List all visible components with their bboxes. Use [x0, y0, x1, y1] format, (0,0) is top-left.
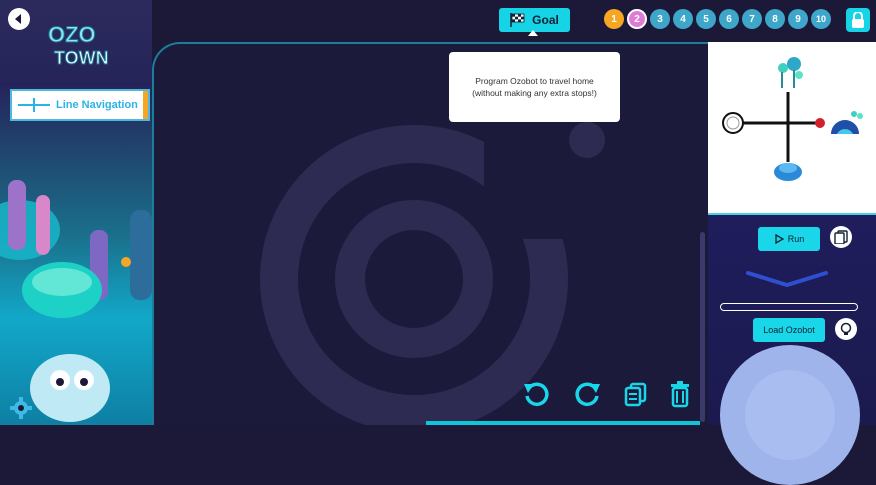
level-4-button[interactable]: 4	[673, 9, 693, 29]
hint-button[interactable]	[835, 318, 857, 340]
arrow-left-icon	[15, 14, 21, 24]
redo-button[interactable]	[572, 378, 604, 410]
svg-text:TOWN: TOWN	[54, 48, 109, 68]
level-5-button[interactable]: 5	[696, 9, 716, 29]
redo-icon	[575, 382, 600, 406]
lock-icon	[852, 12, 864, 28]
goal-label: Goal	[532, 13, 559, 27]
program-canvas[interactable]	[152, 42, 708, 425]
canvas-scrollbar[interactable]	[700, 232, 705, 422]
settings-button[interactable]	[10, 397, 32, 419]
delete-button[interactable]	[664, 378, 696, 410]
undo-icon	[524, 382, 549, 406]
trash-icon	[671, 381, 689, 408]
chevron-down-icon	[746, 271, 828, 288]
level-9-button[interactable]: 9	[788, 9, 808, 29]
ozobot-load-pad-inner	[745, 370, 835, 460]
load-ozobot-button[interactable]: Load Ozobot	[753, 318, 825, 342]
line-navigation-tab[interactable]: Line Navigation	[10, 89, 150, 121]
copy-button[interactable]	[620, 378, 652, 410]
svg-text:OZO: OZO	[48, 22, 96, 47]
lightbulb-icon	[840, 322, 852, 335]
run-button[interactable]: Run	[758, 227, 820, 251]
undo-button[interactable]	[520, 378, 552, 410]
level-1-button[interactable]: 1	[604, 9, 624, 29]
crosshair-line-icon	[18, 98, 50, 112]
goal-caret-icon	[528, 30, 538, 36]
load-progress-bar	[720, 303, 858, 311]
lock-button[interactable]	[846, 8, 870, 32]
checkered-flag-icon	[510, 13, 525, 27]
ozobot-watermark-icon	[260, 122, 605, 425]
level-2-button[interactable]: 2	[627, 9, 647, 29]
goal-tooltip: Program Ozobot to travel home (without m…	[449, 52, 620, 122]
gear-icon	[10, 397, 32, 419]
cards-button[interactable]	[830, 226, 852, 248]
cards-icon	[834, 230, 848, 244]
level-6-button[interactable]: 6	[719, 9, 739, 29]
tab-accent	[143, 91, 148, 119]
level-selector: 1 2 3 4 5 6 7 8 9 10	[604, 9, 831, 29]
level-10-button[interactable]: 10	[811, 9, 831, 29]
back-button[interactable]	[8, 8, 30, 30]
level-7-button[interactable]: 7	[742, 9, 762, 29]
route-map	[722, 57, 863, 181]
load-ozobot-label: Load Ozobot	[763, 325, 815, 335]
goal-tooltip-line1: Program Ozobot to travel home	[475, 76, 594, 86]
run-label: Run	[787, 234, 805, 244]
play-icon	[775, 234, 784, 244]
level-8-button[interactable]: 8	[765, 9, 785, 29]
copy-blocks-icon	[624, 382, 647, 407]
level-3-button[interactable]: 3	[650, 9, 670, 29]
map-preview	[708, 42, 876, 213]
goal-tooltip-line2: (without making any extra stops!)	[472, 88, 597, 98]
goal-button[interactable]: Goal	[499, 8, 570, 32]
ozotown-scenery	[0, 180, 152, 422]
line-navigation-label: Line Navigation	[56, 99, 138, 111]
canvas-bottom-accent	[426, 421, 700, 425]
ozotown-logo: OZO TOWN	[40, 18, 118, 70]
